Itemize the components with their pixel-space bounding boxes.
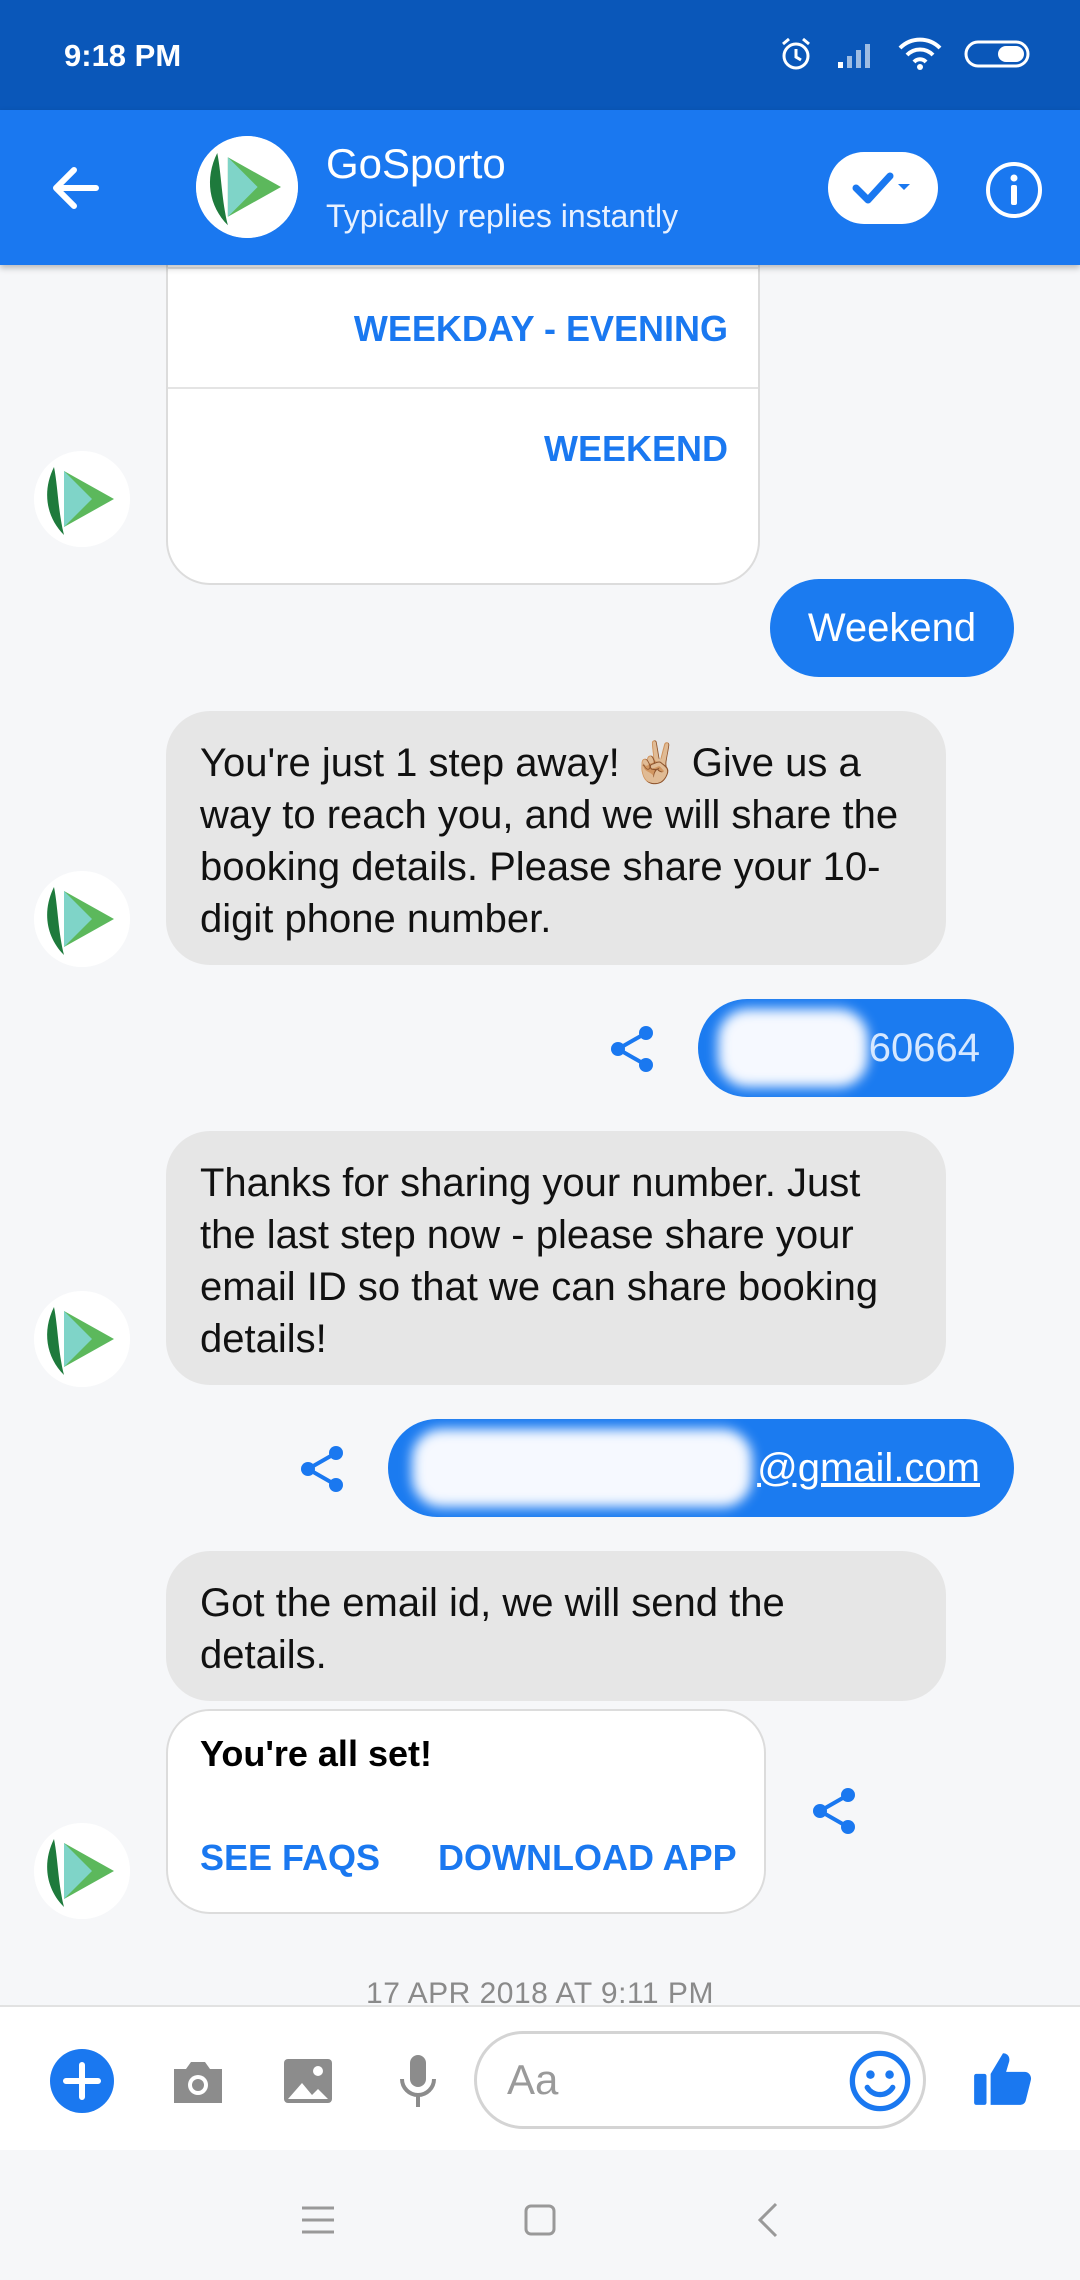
download-app-button[interactable]: DOWNLOAD APP <box>438 1837 737 1879</box>
message-list[interactable]: WEEKDAY - EVENING WEEKEND Weekend You're… <box>0 265 1080 2005</box>
email-link[interactable]: @gmail.com <box>757 1446 980 1491</box>
microphone-icon[interactable] <box>386 2049 450 2113</box>
gosporto-logo-icon <box>34 1823 130 1919</box>
bot-avatar[interactable] <box>34 1291 130 1387</box>
quick-reply-weekend[interactable]: WEEKEND <box>168 387 758 507</box>
wifi-icon <box>898 37 942 70</box>
message-timestamp: 17 APR 2018 AT 9:11 PM <box>366 1977 714 2005</box>
menu-icon[interactable] <box>290 2192 346 2248</box>
gallery-icon[interactable] <box>276 2049 340 2113</box>
user-email-message[interactable]: @gmail.com <box>388 1419 1014 1517</box>
page-avatar[interactable] <box>196 136 298 238</box>
bot-avatar[interactable] <box>34 871 130 967</box>
redacted-area <box>718 1009 868 1087</box>
share-icon[interactable] <box>806 1783 862 1839</box>
signal-icon <box>838 44 870 68</box>
page-title[interactable]: GoSporto <box>326 140 506 188</box>
quick-reply-list: WEEKDAY - EVENING WEEKEND <box>166 265 760 585</box>
share-icon[interactable] <box>604 1021 660 1077</box>
bot-message[interactable]: Thanks for sharing your number. Just the… <box>166 1131 946 1385</box>
structured-message-card: You're all set! SEE FAQS DOWNLOAD APP <box>166 1709 766 1914</box>
like-icon[interactable] <box>970 2045 1036 2111</box>
quick-reply-weekday-evening[interactable]: WEEKDAY - EVENING <box>168 267 758 387</box>
emoji-icon[interactable] <box>846 2047 914 2115</box>
phone-number-text: 60664 <box>868 1025 980 1070</box>
info-icon[interactable] <box>984 160 1044 220</box>
redacted-area <box>412 1429 752 1507</box>
status-bar: 9:18 PM <box>0 0 1080 110</box>
back-nav-icon[interactable] <box>742 2192 798 2248</box>
gosporto-logo-icon <box>34 1291 130 1387</box>
system-navigation-bar <box>0 2150 1080 2280</box>
camera-icon[interactable] <box>166 2049 230 2113</box>
checkmark-dropdown-icon <box>852 172 910 204</box>
user-message[interactable]: Weekend <box>770 579 1014 677</box>
done-button[interactable] <box>828 152 938 224</box>
home-icon[interactable] <box>512 2192 568 2248</box>
bot-message[interactable]: You're just 1 step away! ✌🏼 Give us a wa… <box>166 711 946 965</box>
status-icons <box>778 36 1034 72</box>
gosporto-logo-icon <box>34 871 130 967</box>
bot-message[interactable]: Got the email id, we will send the detai… <box>166 1551 946 1701</box>
plus-icon[interactable] <box>50 2049 114 2113</box>
page-status: Typically replies instantly <box>326 198 679 234</box>
card-title: You're all set! <box>200 1733 432 1774</box>
message-composer: Aa <box>0 2005 1080 2150</box>
back-arrow-icon[interactable] <box>44 156 108 220</box>
bot-avatar[interactable] <box>34 1823 130 1919</box>
status-time: 9:18 PM <box>64 38 182 73</box>
gosporto-logo-icon <box>34 451 130 547</box>
alarm-icon <box>782 37 810 70</box>
share-icon[interactable] <box>294 1441 350 1497</box>
see-faqs-button[interactable]: SEE FAQS <box>200 1837 380 1879</box>
bot-avatar[interactable] <box>34 451 130 547</box>
battery-icon <box>964 40 1030 68</box>
gosporto-logo-icon <box>196 136 298 238</box>
user-phone-message[interactable]: 60664 <box>698 999 1014 1097</box>
conversation-header: GoSporto Typically replies instantly <box>0 110 1080 265</box>
